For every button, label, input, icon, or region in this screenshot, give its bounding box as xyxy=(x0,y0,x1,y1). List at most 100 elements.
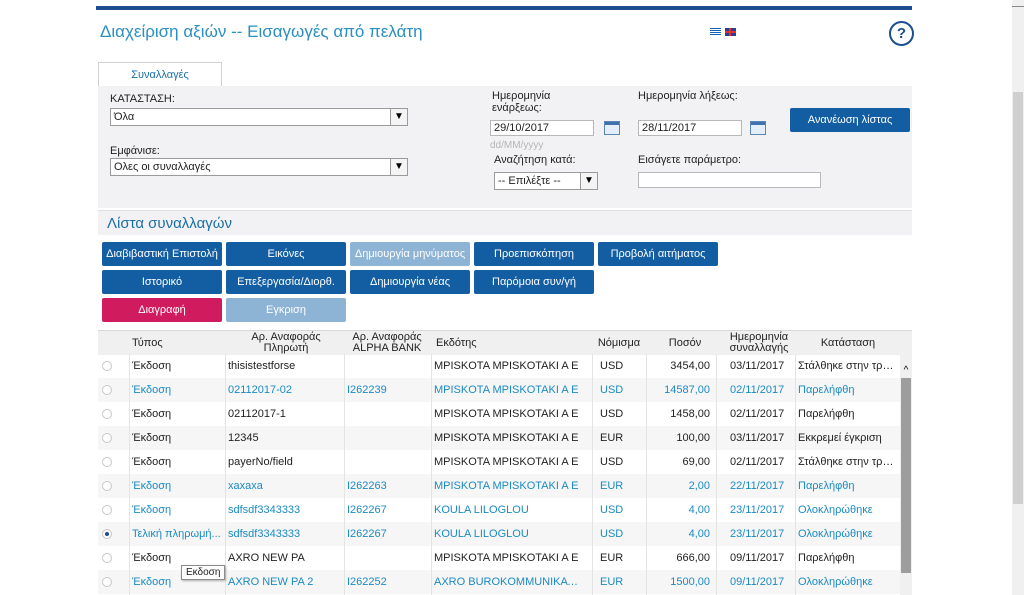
cell-type: Έκδοση xyxy=(132,504,172,516)
cell-issuer: MPISKOTA MPISKOTAKI A E xyxy=(434,432,579,444)
cell-date: 09/11/2017 xyxy=(730,552,785,564)
calendar-icon[interactable] xyxy=(604,121,620,135)
cell-currency: EUR xyxy=(600,432,624,444)
cell-status: Ολοκληρώθηκε xyxy=(798,504,873,516)
preview-button[interactable]: Προεπισκόπηση xyxy=(474,242,594,266)
cell-amount: 4,00 xyxy=(688,528,710,540)
col-payer-ref[interactable]: Αρ. Αναφοράς Πληρωτή xyxy=(228,331,344,355)
table-row[interactable]: Έκδοση thisistestforse MPISKOTA MPISKOTAKI… xyxy=(98,354,900,378)
chevron-down-icon: ▼ xyxy=(390,159,407,175)
cell-amount: 100,00 xyxy=(676,432,710,444)
cell-issuer: MPISKOTA MPISKOTAKI A E xyxy=(434,360,579,372)
row-select-radio[interactable] xyxy=(102,457,112,467)
approve-button[interactable]: Εγκριση xyxy=(226,298,346,322)
table-row[interactable]: Τελική πληρωμή... sdfsdf3343333 I262267 KOU… xyxy=(98,522,900,546)
table-scrollbar[interactable]: ^ xyxy=(900,354,912,595)
show-select[interactable]: Ολες οι συναλλαγές ▼ xyxy=(110,158,408,176)
filter-panel: ΚΑΤΑΣΤΑΣΗ: Όλα ▼ Εμφάνισε: Ολες οι συναλ… xyxy=(98,86,912,208)
cell-date: 02/11/2017 xyxy=(730,408,785,420)
col-amount[interactable]: Ποσόν xyxy=(648,331,722,355)
start-date-input[interactable]: 29/10/2017 xyxy=(490,120,594,136)
status-select[interactable]: Όλα ▼ xyxy=(110,108,408,126)
transactions-table: Τύπος Αρ. Αναφοράς Πληρωτή Αρ. Αναφοράς … xyxy=(98,330,912,595)
uk-flag-icon[interactable] xyxy=(725,28,737,36)
col-issuer[interactable]: Εκδότης xyxy=(432,331,596,355)
cell-currency: USD xyxy=(600,504,624,516)
row-select-radio[interactable] xyxy=(102,553,112,563)
chevron-up-icon[interactable]: ^ xyxy=(901,366,911,376)
col-status[interactable]: Κατάσταση xyxy=(796,331,900,355)
cell-status: Στάλθηκε στην τρά... xyxy=(798,456,896,468)
cell-type: Έκδοση xyxy=(132,432,172,444)
table-row[interactable]: Έκδοση 02112017-1 MPISKOTA MPISKOTAKI A E U… xyxy=(98,402,900,426)
col-alpha-ref[interactable]: Αρ. Αναφοράς ALPHA BANK xyxy=(344,331,430,355)
cell-status: Παρελήφθη xyxy=(798,480,855,492)
param-input[interactable] xyxy=(638,172,821,188)
row-select-radio[interactable] xyxy=(102,481,112,491)
create-new-button[interactable]: Δημιουργία νέας xyxy=(350,270,470,294)
cell-date: 23/11/2017 xyxy=(730,528,785,540)
cell-issuer: KOULA LILOGLOU xyxy=(434,528,529,540)
images-button[interactable]: Εικόνες xyxy=(226,242,346,266)
cell-type: Έκδοση xyxy=(132,480,172,492)
cell-payer-ref: AXRO NEW PA 2 xyxy=(228,576,314,588)
row-select-radio[interactable] xyxy=(102,529,112,539)
view-request-button[interactable]: Προβολή αιτήματος xyxy=(598,242,718,266)
table-row[interactable]: Έκδοση sdfsdf3343333 I262267 KOULA LILOGLOU… xyxy=(98,498,900,522)
cell-payer-ref: thisistestforse xyxy=(228,360,296,372)
row-select-radio[interactable] xyxy=(102,577,112,587)
cell-payer-ref: 02112017-02 xyxy=(228,384,293,396)
cell-alpha-ref: I262263 xyxy=(347,480,387,492)
cell-issuer: AXRO BUROKOMMUNIKATIO... xyxy=(434,576,584,588)
page-scrollbar[interactable] xyxy=(1012,0,1024,595)
cell-amount: 3454,00 xyxy=(670,360,710,372)
cover-letter-button[interactable]: Διαβιβαστική Επιστολή xyxy=(102,242,222,266)
delete-button[interactable]: Διαγραφή xyxy=(102,298,222,322)
search-by-select[interactable]: -- Επιλέξτε -- ▼ xyxy=(494,172,598,190)
type-tooltip: Εκδοση xyxy=(181,565,226,580)
cell-status: Παρελήφθη xyxy=(798,408,855,420)
row-select-radio[interactable] xyxy=(102,505,112,515)
table-row[interactable]: Έκδοση payerNo/field MPISKOTA MPISKOTAKI A… xyxy=(98,450,900,474)
cell-date: 03/11/2017 xyxy=(730,360,785,372)
help-icon[interactable]: ? xyxy=(889,21,914,46)
end-date-input[interactable]: 28/11/2017 xyxy=(638,120,742,136)
cell-alpha-ref: I262252 xyxy=(347,576,387,588)
chevron-down-icon: ▼ xyxy=(580,173,597,189)
cell-currency: USD xyxy=(600,360,624,372)
cell-payer-ref: xaxaxa xyxy=(228,480,263,492)
calendar-icon[interactable] xyxy=(750,121,766,135)
cell-date: 03/11/2017 xyxy=(730,432,785,444)
cell-currency: EUR xyxy=(600,552,624,564)
cell-issuer: KOULA LILOGLOU xyxy=(434,504,529,516)
table-row[interactable]: Έκδοση xaxaxa I262263 MPISKOTA MPISKOTAKI A… xyxy=(98,474,900,498)
cell-issuer: MPISKOTA MPISKOTAKI A E xyxy=(434,480,579,492)
col-date[interactable]: Ημερομηνία συναλλαγής xyxy=(722,331,796,355)
history-button[interactable]: Ιστορικό xyxy=(102,270,222,294)
cell-payer-ref: 12345 xyxy=(228,432,259,444)
cell-type: Έκδοση xyxy=(132,384,172,396)
row-select-radio[interactable] xyxy=(102,385,112,395)
table-row[interactable]: Έκδοση 02112017-02 I262239 MPISKOTA MPISKOT… xyxy=(98,378,900,402)
cell-type: Έκδοση xyxy=(132,456,172,468)
similar-transaction-button[interactable]: Παρόμοια συν/γή xyxy=(474,270,594,294)
row-select-radio[interactable] xyxy=(102,409,112,419)
refresh-list-button[interactable]: Ανανέωση λίστας xyxy=(790,108,910,132)
table-scrollbar-thumb[interactable] xyxy=(901,378,911,573)
col-type[interactable]: Τύπος xyxy=(130,331,196,355)
row-select-radio[interactable] xyxy=(102,433,112,443)
row-select-radio[interactable] xyxy=(102,361,112,371)
tab-transactions[interactable]: Συναλλαγές xyxy=(98,62,222,87)
table-row[interactable]: Έκδοση 12345 MPISKOTA MPISKOTAKI A E EUR 100… xyxy=(98,426,900,450)
cell-currency: EUR xyxy=(600,480,624,492)
cell-amount: 69,00 xyxy=(682,456,710,468)
page-scrollbar-thumb[interactable] xyxy=(1013,92,1023,504)
cell-currency: USD xyxy=(600,384,624,396)
col-currency[interactable]: Νόμισμα xyxy=(592,331,646,355)
cell-status: Ολοκληρώθηκε xyxy=(798,528,873,540)
show-label: Εμφάνισε: xyxy=(110,145,160,157)
cell-type: Έκδοση xyxy=(132,408,172,420)
create-message-button[interactable]: Δημιουργία μηνύματος xyxy=(350,242,470,266)
edit-button[interactable]: Επεξεργασία/Διορθ. xyxy=(226,270,346,294)
greek-flag-icon[interactable] xyxy=(710,28,721,36)
